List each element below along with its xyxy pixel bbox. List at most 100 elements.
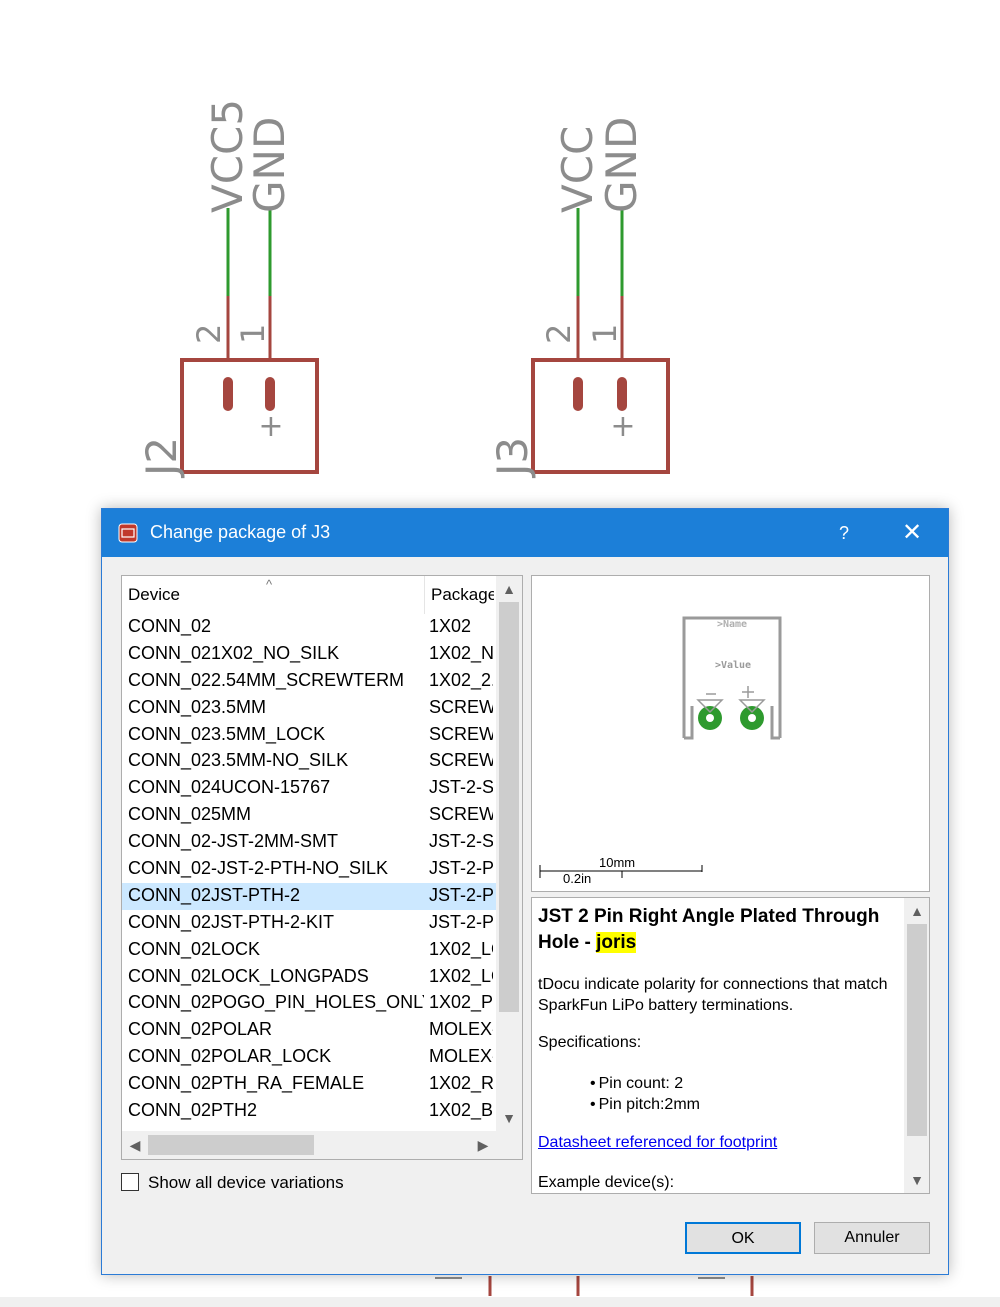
device-row[interactable]: CONN_02-JST-2-PTH-NO_SILK JST-2-PTH-NS xyxy=(122,856,496,883)
package-name-cell: MOLEX-1X2_LOCK xyxy=(429,1046,493,1067)
polarity-mark: + xyxy=(258,409,283,444)
column-package-label: Package xyxy=(431,585,494,604)
spec-item: Pin pitch:2mm xyxy=(590,1094,700,1115)
device-row[interactable]: CONN_02POLAR_LOCK MOLEX-1X2_LOCK xyxy=(122,1044,496,1071)
scroll-down-icon[interactable]: ▼ xyxy=(904,1167,929,1193)
device-name-cell: CONN_022.54MM_SCREWTERM xyxy=(128,669,405,690)
connector-j3[interactable]: + VCC GND 2 1 J3 xyxy=(488,117,670,479)
device-row[interactable]: CONN_02LOCK_LONGPADS 1X02_LOCK_LONGPADS xyxy=(122,964,496,991)
pin-number-2: 2 xyxy=(540,324,578,344)
net-label-gnd: GND xyxy=(245,117,294,213)
device-row[interactable]: CONN_02POLAR MOLEX-1X2 xyxy=(122,1017,496,1044)
close-button[interactable]: ✕ xyxy=(886,509,938,557)
package-name-cell: 1X02_2.54MM_SCREWTERM xyxy=(429,669,493,690)
dialog-titlebar[interactable]: Change package of J3 ? ✕ xyxy=(102,509,948,557)
package-name-cell: 1X02 xyxy=(429,616,472,636)
device-row[interactable]: CONN_024UCON-15767 JST-2-SMD xyxy=(122,775,496,802)
device-name-cell: CONN_02LOCK xyxy=(128,938,261,959)
device-row[interactable]: CONN_02JST-PTH-2 JST-2-PTH xyxy=(122,882,496,910)
column-header-device[interactable]: Device ^ xyxy=(122,576,422,614)
footprint-drawing: >Name >Value xyxy=(539,616,782,878)
device-row[interactable]: CONN_02PTH_RA_FEMALE 1X02_RA_PTH_FEMALE xyxy=(122,1071,496,1098)
package-name-cell: MOLEX-1X2 xyxy=(429,1019,493,1040)
ref-label-j2: J2 xyxy=(137,437,186,479)
scrollbar-corner xyxy=(496,1131,522,1159)
package-name-cell: JST-2-SMD xyxy=(429,777,493,798)
device-row[interactable]: CONN_02JST-PTH-2-KIT JST-2-PTH-KIT xyxy=(122,910,496,937)
pad-2 xyxy=(740,706,764,730)
device-row[interactable]: CONN_023.5MM_LOCK SCREWTERMINAL-3.5MM-2_L… xyxy=(122,722,496,749)
package-name-cell: 1X02_LOCK xyxy=(429,938,493,959)
scroll-left-icon[interactable]: ◀ xyxy=(122,1132,148,1158)
example-devices-label: Example device(s): xyxy=(538,1174,675,1191)
package-description: JST 2 Pin Right Angle Plated Through Hol… xyxy=(531,897,930,1194)
device-row[interactable]: CONN_02-JST-2MM-SMT JST-2-SMD xyxy=(122,829,496,856)
device-name-cell: CONN_021X02_NO_SILK xyxy=(128,642,340,663)
show-all-variations-label[interactable]: Show all device variations xyxy=(148,1173,344,1193)
device-name-cell: CONN_024UCON-15767 xyxy=(128,777,331,798)
package-name-cell: 1X02_BIG xyxy=(429,1100,493,1121)
column-device-label: Device xyxy=(128,585,180,604)
package-name-cell: SCREWTERMINAL-3.5MM-2 xyxy=(429,696,493,717)
device-row[interactable]: CONN_023.5MM-NO_SILK SCREWTERMINAL-3.5MM-… xyxy=(122,748,496,775)
specifications-label: Specifications: xyxy=(538,1034,642,1051)
column-header-package[interactable]: Package xyxy=(424,576,494,614)
device-name-cell: CONN_02LOCK_LONGPADS xyxy=(128,965,369,986)
package-name-cell: SCREWTERMINAL-3.5MM-2_LOCK xyxy=(429,723,493,744)
device-row[interactable]: CONN_02LOCK 1X02_LOCK xyxy=(122,937,496,964)
horizontal-scrollbar[interactable]: ◀ ▶ xyxy=(122,1131,496,1159)
checkbox-box[interactable] xyxy=(121,1173,139,1191)
device-name-cell: CONN_02JST-PTH-2 xyxy=(128,884,301,905)
package-name-cell: JST-2-PTH-KIT xyxy=(429,911,493,932)
description-scroll-thumb[interactable] xyxy=(907,924,927,1136)
device-name-cell: CONN_02POGO_PIN_HOLES_ONLY xyxy=(128,992,424,1013)
spec-item: Pin count: 2 xyxy=(590,1073,700,1094)
package-name-cell: JST-2-PTH-NS xyxy=(429,858,493,879)
device-name-cell: CONN_02JST-PTH-2-KIT xyxy=(128,911,335,932)
device-row[interactable]: CONN_02POGO_PIN_HOLES_ONLY1X02_POGOPIN_H… xyxy=(122,990,496,1017)
datasheet-link[interactable]: Datasheet referenced for footprint xyxy=(538,1134,777,1152)
scroll-right-icon[interactable]: ▶ xyxy=(470,1132,496,1158)
device-name-cell: CONN_023.5MM-NO_SILK xyxy=(128,750,349,771)
device-name-cell: CONN_023.5MM_LOCK xyxy=(128,723,326,744)
device-row[interactable]: CONN_021X02_NO_SILK 1X02_NO_SILK xyxy=(122,641,496,668)
connector-body xyxy=(180,358,319,474)
device-row[interactable]: CONN_022.54MM_SCREWTERM 1X02_2.54MM_SCREW… xyxy=(122,668,496,695)
device-list[interactable]: Device ^ Package CONN_02 1X02 CONN_021X02_… xyxy=(121,575,523,1160)
device-rows: CONN_02 1X02 CONN_021X02_NO_SILK 1X02_NO_SI… xyxy=(122,614,496,1125)
footprint-value-label: >Value xyxy=(715,660,751,671)
package-name-cell: 1X02_LOCK_LONGPADS xyxy=(429,965,493,986)
scroll-up-icon[interactable]: ▲ xyxy=(496,576,522,602)
device-name-cell: CONN_02POLAR xyxy=(128,1019,273,1040)
cancel-button[interactable]: Annuler xyxy=(814,1222,930,1254)
device-name-cell: CONN_02-JST-2-PTH-NO_SILK xyxy=(128,858,389,879)
package-name-cell: SCREWTERMINAL-3.5MM-2-NS xyxy=(429,750,493,771)
device-name-cell: CONN_02PTH2 xyxy=(128,1100,258,1121)
help-button[interactable]: ? xyxy=(822,509,866,557)
description-scrollbar[interactable]: ▲ ▼ xyxy=(904,898,929,1193)
ok-button[interactable]: OK xyxy=(685,1222,801,1254)
package-name-cell: SCREWTERMINAL-5MM-2 xyxy=(429,804,493,825)
connector-j2[interactable]: + VCC5 GND 2 1 J2 xyxy=(137,99,319,479)
package-name-cell: 1X02_RA_PTH_FEMALE xyxy=(429,1073,493,1094)
pin-number-2: 2 xyxy=(190,324,228,344)
scroll-up-icon[interactable]: ▲ xyxy=(904,898,929,924)
pin-number-1: 1 xyxy=(586,324,624,344)
device-row[interactable]: CONN_02 1X02 xyxy=(122,614,496,641)
scroll-down-icon[interactable]: ▼ xyxy=(496,1105,522,1131)
device-name-cell: CONN_02 xyxy=(128,616,212,636)
description-title: JST 2 Pin Right Angle Plated Through Hol… xyxy=(538,904,888,956)
device-name-cell: CONN_02PTH_RA_FEMALE xyxy=(128,1073,365,1094)
horizontal-scroll-thumb[interactable] xyxy=(148,1135,314,1155)
vertical-scrollbar[interactable]: ▲ ▼ xyxy=(496,576,522,1131)
dialog-title: Change package of J3 xyxy=(150,522,331,542)
scale-label-in: 0.2in xyxy=(563,871,592,886)
device-row[interactable]: CONN_025MM SCREWTERMINAL-5MM-2 xyxy=(122,802,496,829)
polarity-mark: + xyxy=(610,409,635,444)
vertical-scroll-thumb[interactable] xyxy=(499,602,519,1012)
pad-1 xyxy=(698,706,722,730)
scale-label-mm: 10mm xyxy=(599,855,636,870)
device-row[interactable]: CONN_023.5MM SCREWTERMINAL-3.5MM-2 xyxy=(122,695,496,722)
package-preview: >Name >Value xyxy=(531,575,930,892)
device-row[interactable]: CONN_02PTH2 1X02_BIG xyxy=(122,1098,496,1125)
